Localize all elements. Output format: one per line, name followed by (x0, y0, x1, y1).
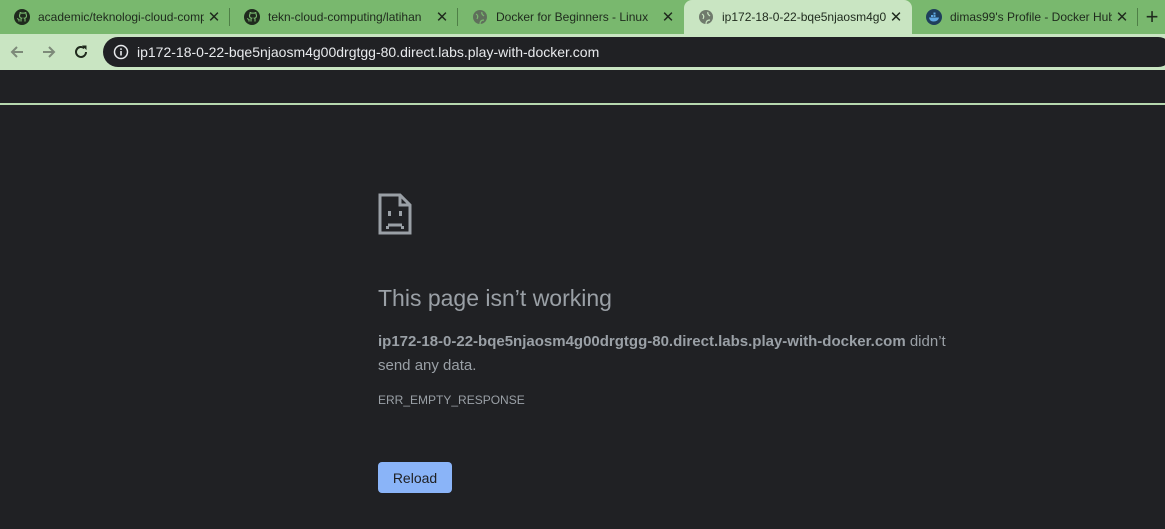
sad-page-icon (378, 193, 412, 235)
globe-icon (698, 9, 714, 25)
error-host: ip172-18-0-22-bqe5njaosm4g00drgtgg-80.di… (378, 333, 906, 350)
tab-strip: academic/teknologi-cloud-computing ✕ tek… (0, 0, 1165, 34)
arrow-right-icon (43, 46, 56, 58)
error-code: ERR_EMPTY_RESPONSE (378, 393, 525, 407)
toolbar-divider (0, 103, 1165, 105)
tab-title: academic/teknologi-cloud-computing (38, 10, 204, 24)
close-tab-button[interactable]: ✕ (886, 7, 906, 27)
close-tab-button[interactable]: ✕ (658, 7, 678, 27)
url-text[interactable]: ip172-18-0-22-bqe5njaosm4g00drgtgg-80.di… (137, 44, 599, 60)
new-tab-button[interactable]: + (1140, 5, 1164, 29)
info-icon[interactable] (113, 44, 129, 60)
tab-title: dimas99's Profile - Docker Hub (950, 10, 1112, 24)
reload-button[interactable]: Reload (378, 462, 452, 493)
tab-title: ip172-18-0-22-bqe5njaosm4g00drgtgg-80.di… (722, 10, 886, 24)
close-tab-button[interactable]: ✕ (432, 7, 452, 27)
tab-separator (1137, 8, 1138, 26)
address-bar[interactable]: ip172-18-0-22-bqe5njaosm4g00drgtgg-80.di… (103, 37, 1165, 67)
github-icon (14, 9, 30, 25)
error-page: This page isn’t working ip172-18-0-22-bq… (378, 193, 978, 493)
tab-play-with-docker-active[interactable]: ip172-18-0-22-bqe5njaosm4g00drgtgg-80.di… (684, 0, 912, 34)
docker-icon (926, 9, 942, 25)
error-description: ip172-18-0-22-bqe5njaosm4g00drgtgg-80.di… (378, 330, 978, 378)
close-tab-button[interactable]: ✕ (204, 7, 224, 27)
forward-button[interactable] (37, 40, 61, 64)
tab-docker-for-beginners[interactable]: Docker for Beginners - Linux ✕ (458, 0, 684, 34)
back-button[interactable] (5, 40, 29, 64)
browser-toolbar: ip172-18-0-22-bqe5njaosm4g00drgtgg-80.di… (0, 34, 1165, 105)
tab-docker-hub-profile[interactable]: dimas99's Profile - Docker Hub ✕ (912, 0, 1138, 34)
error-heading: This page isn’t working (378, 285, 612, 311)
tab-tekn-cloud-computing[interactable]: tekn-cloud-computing/latihan ✕ (230, 0, 458, 34)
globe-icon (472, 9, 488, 25)
refresh-icon (75, 45, 87, 58)
tab-academic-teknologi[interactable]: academic/teknologi-cloud-computing ✕ (0, 0, 230, 34)
tab-title: tekn-cloud-computing/latihan (268, 10, 422, 24)
arrow-left-icon (10, 46, 23, 58)
tab-title: Docker for Beginners - Linux (496, 10, 649, 24)
github-icon (244, 9, 260, 25)
reload-page-button[interactable] (69, 40, 93, 64)
close-tab-button[interactable]: ✕ (1112, 7, 1132, 27)
